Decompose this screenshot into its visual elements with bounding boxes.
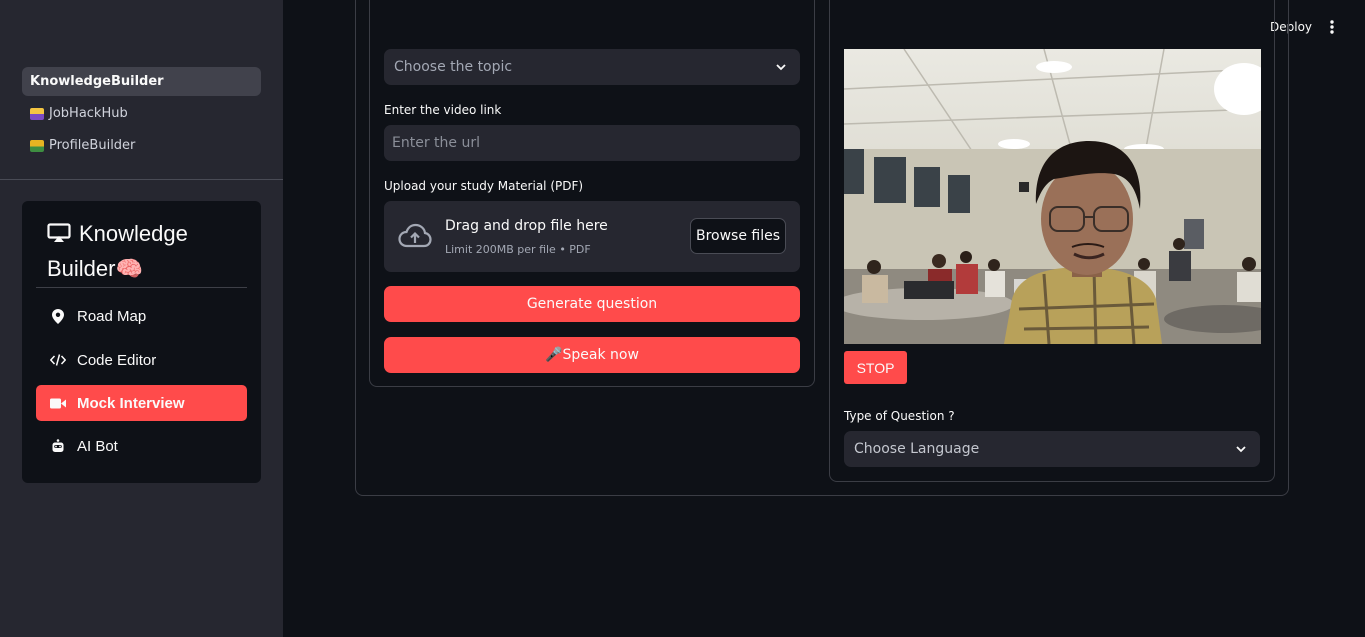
cloud-upload-icon (398, 223, 432, 249)
menu-item-mock-interview[interactable]: Mock Interview (36, 385, 247, 421)
video-link-label: Enter the video link (384, 103, 502, 117)
menu-item-ai-bot[interactable]: AI Bot (36, 428, 247, 464)
sidebar-page-jobhackhub[interactable]: JobHackHub (22, 99, 261, 128)
upload-limit-text: Limit 200MB per file • PDF (445, 243, 591, 256)
webcam-video-feed (844, 49, 1261, 344)
chevron-down-icon (1235, 443, 1247, 455)
kebab-menu-icon[interactable] (1326, 18, 1338, 36)
robot-icon (50, 438, 66, 454)
language-select[interactable]: Choose Language (844, 431, 1260, 467)
menu-item-label: Mock Interview (77, 394, 185, 412)
question-type-label: Type of Question ? (844, 409, 955, 423)
menu-item-label: Code Editor (77, 351, 157, 369)
menu-title-line1: Knowledge (79, 221, 188, 246)
code-icon (50, 352, 66, 368)
generate-question-button[interactable]: Generate question (384, 286, 800, 322)
upload-instructions: Drag and drop file here (445, 218, 608, 234)
menu-item-label: Road Map (77, 307, 147, 325)
sidebar-divider (0, 179, 283, 180)
trophy-emoji-icon (30, 139, 44, 152)
menu-item-road-map[interactable]: Road Map (36, 298, 247, 334)
speak-now-button[interactable]: 🎤Speak now (384, 337, 800, 373)
chevron-down-icon (775, 61, 787, 73)
language-select-placeholder: Choose Language (854, 441, 980, 457)
sidebar-page-profilebuilder[interactable]: ProfileBuilder (22, 131, 261, 160)
topic-select[interactable]: Choose the topic (384, 49, 800, 85)
video-camera-icon (50, 395, 66, 411)
browse-files-button[interactable]: Browse files (690, 218, 786, 254)
menu-item-label: AI Bot (77, 437, 118, 455)
map-pin-icon (50, 308, 66, 324)
menu-item-code-editor[interactable]: Code Editor (36, 342, 247, 378)
file-uploader-dropzone[interactable]: Drag and drop file here Limit 200MB per … (384, 201, 800, 272)
stop-webcam-button[interactable]: STOP (844, 351, 907, 384)
sidebar-page-knowledgebuilder[interactable]: KnowledgeBuilder (22, 67, 261, 96)
upload-label: Upload your study Material (PDF) (384, 179, 584, 193)
menu-divider (36, 287, 247, 288)
video-url-placeholder: Enter the url (392, 135, 480, 151)
topic-select-placeholder: Choose the topic (394, 59, 513, 75)
video-url-input[interactable]: Enter the url (384, 125, 800, 161)
menu-title: Knowledge Builder🧠 (47, 217, 247, 285)
sidebar: KnowledgeBuilder JobHackHub ProfileBuild… (0, 0, 283, 637)
sidebar-page-label: ProfileBuilder (49, 138, 136, 153)
briefcase-emoji-icon (30, 107, 44, 120)
menu-title-line2: Builder🧠 (47, 256, 143, 281)
option-menu: Knowledge Builder🧠 Road Map Code Editor M… (22, 201, 261, 483)
sidebar-page-label: KnowledgeBuilder (30, 74, 164, 89)
tv-icon (47, 219, 71, 252)
sidebar-page-label: JobHackHub (49, 106, 128, 121)
